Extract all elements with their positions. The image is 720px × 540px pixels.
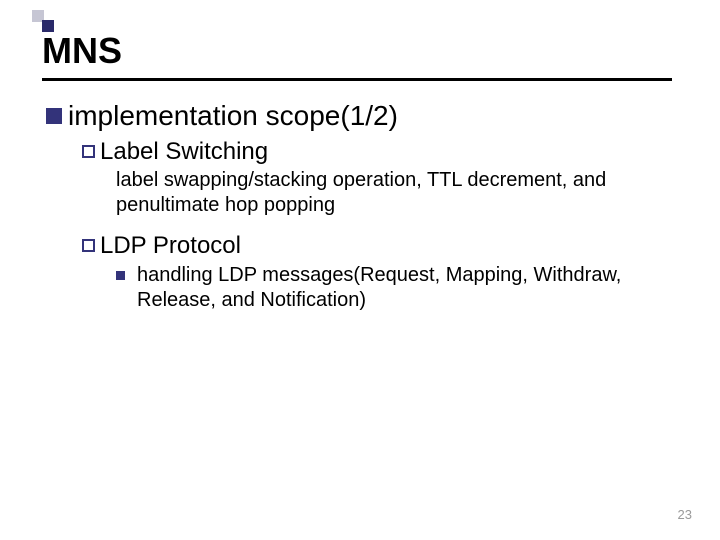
level4-text: handling LDP messages(Request, Mapping, … <box>137 263 676 313</box>
bullet-level1: implementation scope(1/2) <box>46 100 676 132</box>
bullet-level2: LDP Protocol <box>82 232 676 260</box>
bullet-level4: handling LDP messages(Request, Mapping, … <box>116 263 676 313</box>
deco-square-dark <box>42 20 54 32</box>
square-bullet-icon <box>46 108 62 124</box>
slide: MNS implementation scope(1/2) Label Swit… <box>0 0 720 540</box>
slide-body: implementation scope(1/2) Label Switchin… <box>46 100 676 313</box>
title-underline <box>42 78 672 81</box>
hollow-square-bullet-icon <box>82 145 95 158</box>
hollow-square-bullet-icon <box>82 239 95 252</box>
bullet-level3: label swapping/stacking operation, TTL d… <box>116 168 676 218</box>
level1-text: implementation scope(1/2) <box>68 100 398 132</box>
level2-heading: LDP Protocol <box>100 232 241 260</box>
bullet-level2: Label Switching <box>82 138 676 166</box>
slide-title-area: MNS <box>42 32 672 70</box>
level3-text: label swapping/stacking operation, TTL d… <box>116 168 676 218</box>
level2-heading: Label Switching <box>100 138 268 166</box>
page-number: 23 <box>678 507 692 522</box>
small-square-bullet-icon <box>116 271 125 280</box>
slide-title: MNS <box>42 32 672 70</box>
